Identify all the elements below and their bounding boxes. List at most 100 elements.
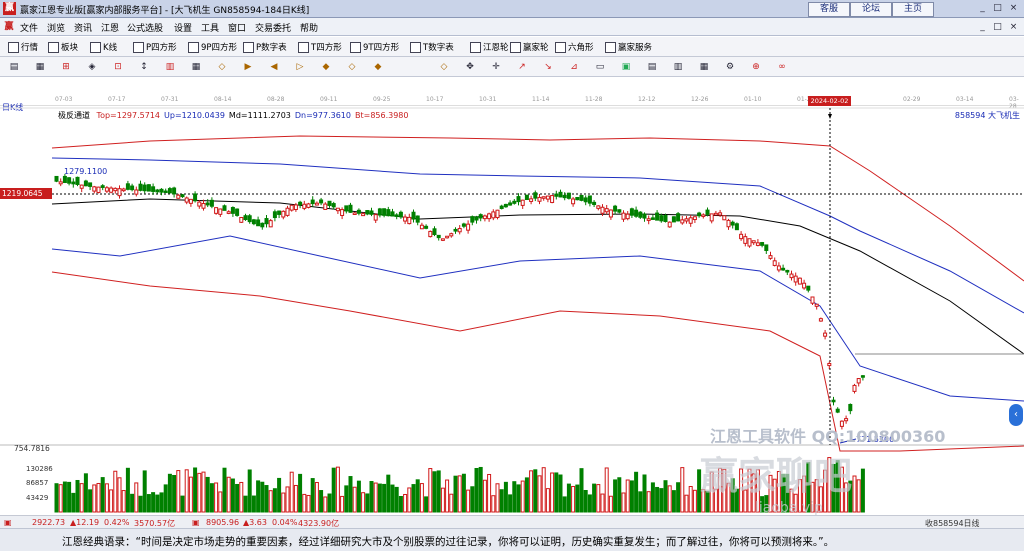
drawing-tool-icon[interactable]: ▷ [294, 61, 306, 73]
drawing-tool-icon[interactable]: ▶ [242, 61, 254, 73]
toolbar-button-11[interactable]: 六角形 [555, 40, 594, 54]
toolbar-button-12[interactable]: 赢家服务 [605, 40, 652, 54]
menu-settings[interactable]: 设置 [174, 21, 192, 34]
drawing-tool-icon[interactable]: ◈ [86, 61, 98, 73]
link-kefu[interactable]: 客服 [808, 2, 850, 17]
toolbar-button-5[interactable]: P数字表 [243, 40, 287, 54]
channel-up-line [51, 157, 1024, 314]
drawing-tool-icon[interactable]: ↕ [138, 61, 150, 73]
volume-bar [671, 490, 676, 513]
toolbar-button-2[interactable]: K线 [90, 40, 117, 54]
drawing-tool-icon[interactable]: ▦ [34, 61, 46, 73]
drawing-tool-icon[interactable]: ⚙ [724, 61, 736, 73]
drawing-tool-icon[interactable]: ◇ [438, 61, 450, 73]
menu-browse[interactable]: 浏览 [47, 21, 65, 34]
candle-body [671, 216, 676, 223]
drawing-tool-icon[interactable]: ⊞ [60, 61, 72, 73]
candle-body [781, 267, 786, 271]
candle-body [508, 202, 513, 206]
drawing-tool-icon[interactable]: ◀ [268, 61, 280, 73]
cursor-date-label: 2024-02-02 [808, 96, 851, 106]
drawing-tool-icon[interactable]: ▭ [594, 61, 606, 73]
drawing-tool-icon[interactable]: ✥ [464, 61, 476, 73]
candle-body [104, 187, 109, 192]
toolbar-button-4[interactable]: 9P四方形 [188, 40, 237, 54]
candle-body [130, 185, 135, 191]
candle-body [621, 212, 626, 220]
drawing-tool-icon[interactable]: ↘ [542, 61, 554, 73]
candle-body [755, 242, 760, 246]
volume-bar [125, 467, 130, 513]
candle-body [256, 219, 261, 227]
volume-bar [470, 486, 475, 513]
menu-tools[interactable]: 工具 [201, 21, 219, 34]
toolbar-button-9[interactable]: 江恩轮 [470, 40, 509, 54]
candle-body [407, 216, 412, 225]
drawing-tool-icon[interactable]: ◆ [320, 61, 332, 73]
candle-body [705, 209, 710, 215]
scroll-right-button[interactable]: ‹ [1009, 404, 1023, 426]
menu-trade[interactable]: 交易委托 [255, 21, 291, 34]
menu-window[interactable]: 窗口 [228, 21, 246, 34]
app-menu-icon[interactable]: 赢 [3, 21, 15, 33]
toolbar-button-0[interactable]: 行情 [8, 40, 38, 54]
drawing-tool-icon[interactable]: ∞ [776, 61, 788, 73]
toolbar-button-7[interactable]: 9T四方形 [350, 40, 399, 54]
drawing-tool-icon[interactable]: ⊡ [112, 61, 124, 73]
volume-bar [629, 480, 634, 513]
drawing-tool-icon[interactable]: ▦ [190, 61, 202, 73]
drawing-tool-icon[interactable]: ▤ [646, 61, 658, 73]
toolbar-button-3[interactable]: P四方形 [133, 40, 177, 54]
candle-body [487, 213, 492, 220]
candle-body [348, 204, 353, 213]
volume-bar [188, 476, 193, 513]
drawing-tool-icon[interactable]: ◇ [346, 61, 358, 73]
menu-file[interactable]: 文件 [20, 21, 38, 34]
child-close-button[interactable]: × [1006, 21, 1021, 34]
drawing-tool-icon[interactable]: ⊕ [750, 61, 762, 73]
drawing-tool-icon[interactable]: ↗ [516, 61, 528, 73]
drawing-tool-icon[interactable]: ▤ [8, 61, 20, 73]
child-restore-button[interactable]: □ [990, 21, 1005, 34]
drawing-tool-icon[interactable]: ✛ [490, 61, 502, 73]
link-zhuye[interactable]: 主页 [892, 2, 934, 17]
menu-formula[interactable]: 公式选股 [127, 21, 163, 34]
volume-bar [340, 495, 345, 513]
candle-body [125, 183, 130, 190]
menu-help[interactable]: 帮助 [300, 21, 318, 34]
volume-bar [155, 494, 160, 513]
candle-body [713, 212, 718, 216]
candle-body [239, 216, 244, 223]
drawing-tool-icon[interactable]: ◇ [216, 61, 228, 73]
drawing-tool-icon[interactable]: ▥ [672, 61, 684, 73]
candle-body [83, 180, 88, 187]
toolbar-button-6[interactable]: T四方形 [298, 40, 342, 54]
high-annotation: 1279.1100 [64, 167, 107, 176]
minimize-button[interactable]: _ [975, 2, 990, 15]
drawing-tool-icon[interactable]: ▣ [620, 61, 632, 73]
link-luntan[interactable]: 论坛 [850, 2, 892, 17]
kline-chart[interactable]: 1279.1100771.5300 [0, 106, 1024, 515]
volume-bar [314, 482, 319, 513]
child-minimize-button[interactable]: _ [975, 21, 990, 34]
candle-body [138, 183, 143, 191]
table-icon [410, 41, 421, 53]
drawing-tool-icon[interactable]: ◆ [372, 61, 384, 73]
toolbar-button-10[interactable]: 赢家轮 [510, 40, 549, 54]
volume-bar [272, 488, 277, 513]
drawing-tool-icon[interactable]: ▦ [698, 61, 710, 73]
toolbar-button-label: 江恩轮 [483, 43, 509, 53]
drawing-tool-icon[interactable]: ⊿ [568, 61, 580, 73]
volume-bar [226, 476, 231, 513]
index1-pct: 0.42% [104, 518, 130, 527]
toolbar-button-1[interactable]: 板块 [48, 40, 78, 54]
menu-news[interactable]: 资讯 [74, 21, 92, 34]
drawing-tool-icon[interactable]: ▥ [164, 61, 176, 73]
candle-body [533, 192, 538, 199]
candle-body [806, 285, 811, 291]
candle-body [172, 187, 177, 195]
toolbar-button-8[interactable]: T数字表 [410, 40, 454, 54]
menu-gann[interactable]: 江恩 [101, 21, 119, 34]
maximize-button[interactable]: □ [990, 2, 1005, 15]
close-button[interactable]: × [1006, 2, 1021, 15]
